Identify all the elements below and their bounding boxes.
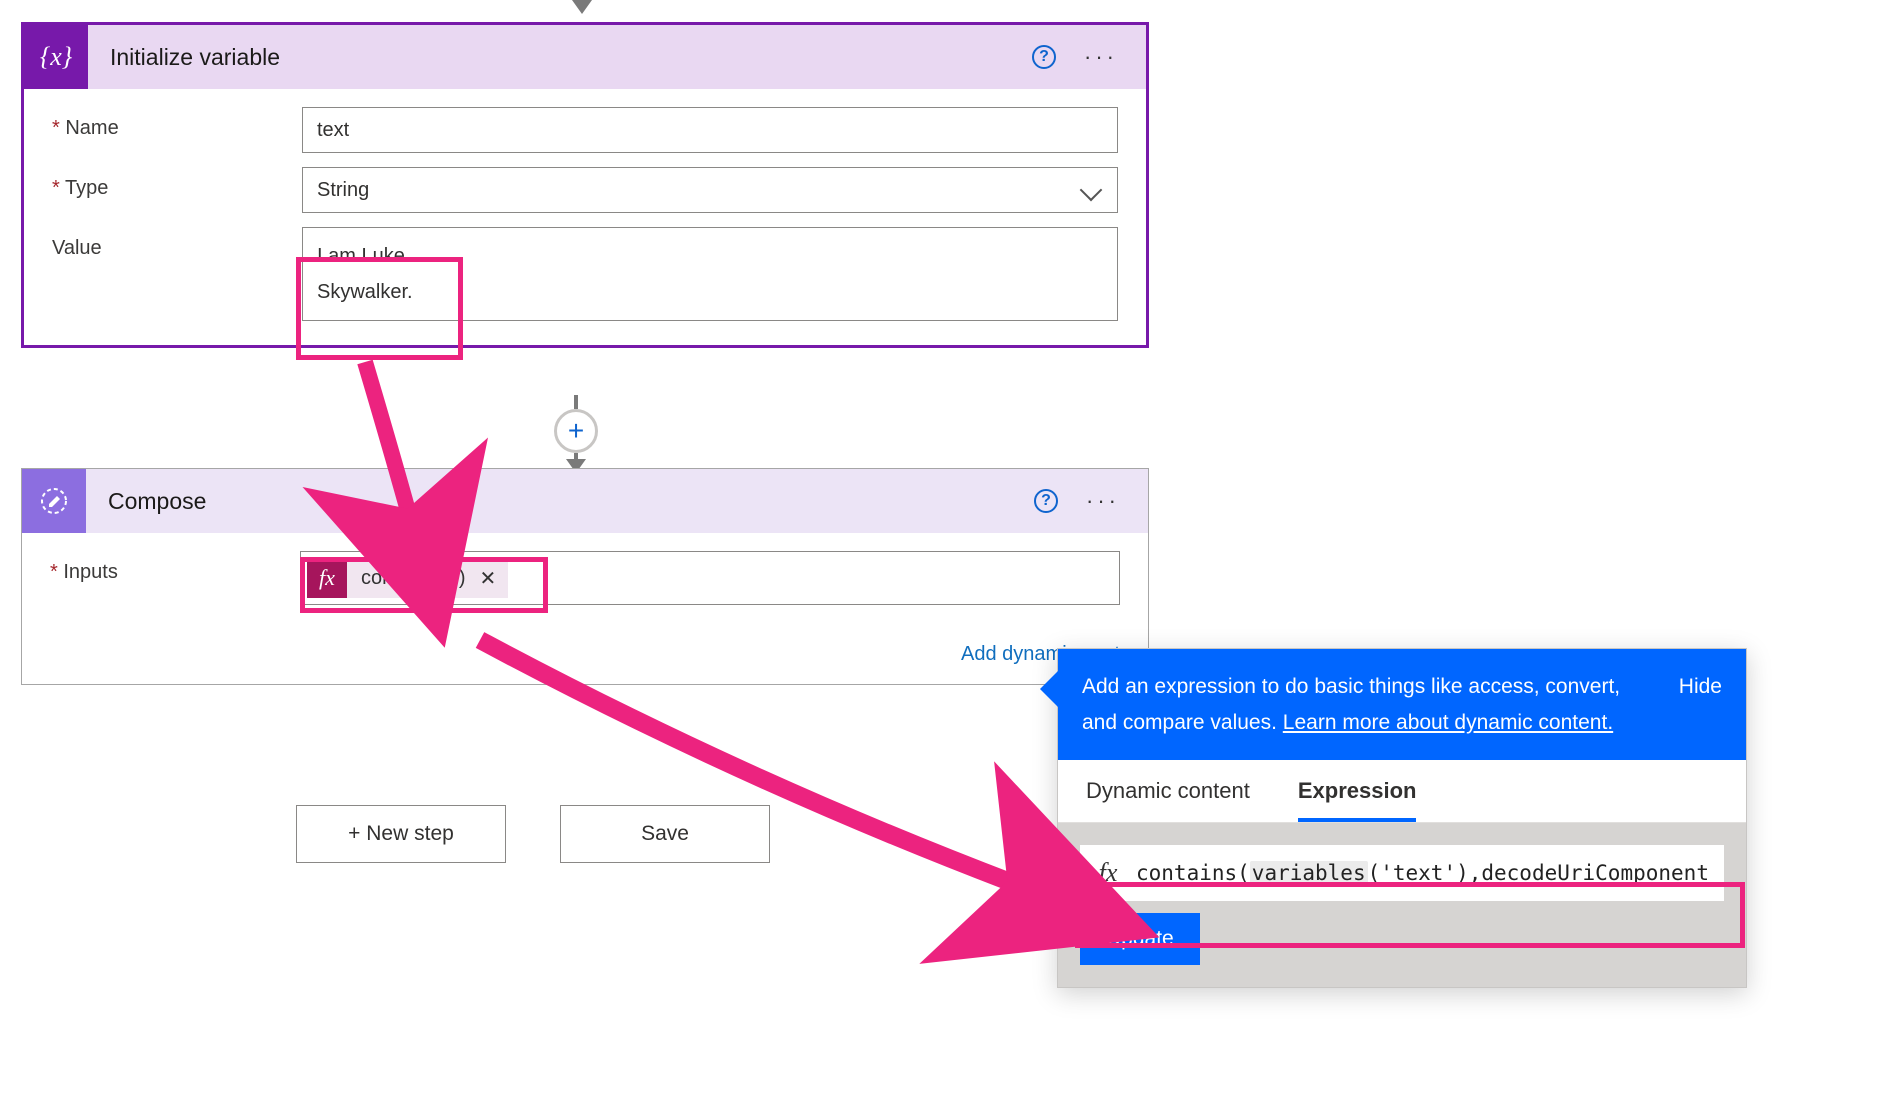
add-step-icon[interactable]: + bbox=[554, 409, 598, 453]
card-title: Initialize variable bbox=[88, 44, 1032, 71]
connector-top bbox=[566, 0, 598, 14]
add-dynamic-content-link[interactable]: Add dynamic cont bbox=[22, 629, 1148, 684]
action-card-initialize-variable[interactable]: {x} Initialize variable ? ··· Name text … bbox=[21, 22, 1149, 348]
popover-caret-icon bbox=[1040, 671, 1058, 707]
new-step-button[interactable]: + New step bbox=[296, 805, 506, 863]
svg-text:{x}: {x} bbox=[40, 42, 73, 71]
connector-line bbox=[574, 395, 578, 409]
connector-middle: + bbox=[560, 395, 592, 473]
popover-banner: Add an expression to do basic things lik… bbox=[1058, 649, 1746, 760]
label-inputs: Inputs bbox=[50, 551, 300, 584]
label-value: Value bbox=[52, 227, 302, 260]
more-icon[interactable]: ··· bbox=[1086, 488, 1120, 514]
tab-dynamic-content[interactable]: Dynamic content bbox=[1086, 778, 1250, 822]
card-header[interactable]: {x} Initialize variable ? ··· bbox=[24, 25, 1146, 89]
arrowhead-down-icon bbox=[572, 0, 592, 14]
card-title: Compose bbox=[86, 488, 1034, 515]
popover-tabs: Dynamic content Expression bbox=[1058, 760, 1746, 823]
select-type-value: String bbox=[317, 179, 369, 202]
input-name[interactable]: text bbox=[302, 107, 1118, 153]
hide-link[interactable]: Hide bbox=[1679, 669, 1722, 740]
card-body: Name text Type String Value I am Luke Sk… bbox=[24, 89, 1146, 345]
action-card-compose[interactable]: Compose ? ··· Inputs fx contains(...) ✕ … bbox=[21, 468, 1149, 685]
variable-icon: {x} bbox=[24, 25, 88, 89]
action-buttons: + New step Save bbox=[296, 805, 770, 863]
annotation-highlight-editor bbox=[1075, 882, 1745, 948]
annotation-highlight-token bbox=[300, 557, 548, 613]
tab-expression[interactable]: Expression bbox=[1298, 778, 1417, 822]
more-icon[interactable]: ··· bbox=[1084, 44, 1118, 70]
input-name-value: text bbox=[317, 119, 349, 142]
compose-icon bbox=[22, 469, 86, 533]
help-icon[interactable]: ? bbox=[1032, 45, 1056, 69]
chevron-down-icon bbox=[1080, 179, 1103, 202]
learn-more-link[interactable]: Learn more about dynamic content. bbox=[1283, 711, 1613, 734]
popover-banner-text: Add an expression to do basic things lik… bbox=[1082, 669, 1659, 740]
annotation-highlight-value bbox=[296, 257, 463, 360]
help-icon[interactable]: ? bbox=[1034, 489, 1058, 513]
save-button[interactable]: Save bbox=[560, 805, 770, 863]
select-type[interactable]: String bbox=[302, 167, 1118, 213]
label-type: Type bbox=[52, 167, 302, 200]
label-name: Name bbox=[52, 107, 302, 140]
card-body: Inputs fx contains(...) ✕ bbox=[22, 533, 1148, 629]
card-header[interactable]: Compose ? ··· bbox=[22, 469, 1148, 533]
